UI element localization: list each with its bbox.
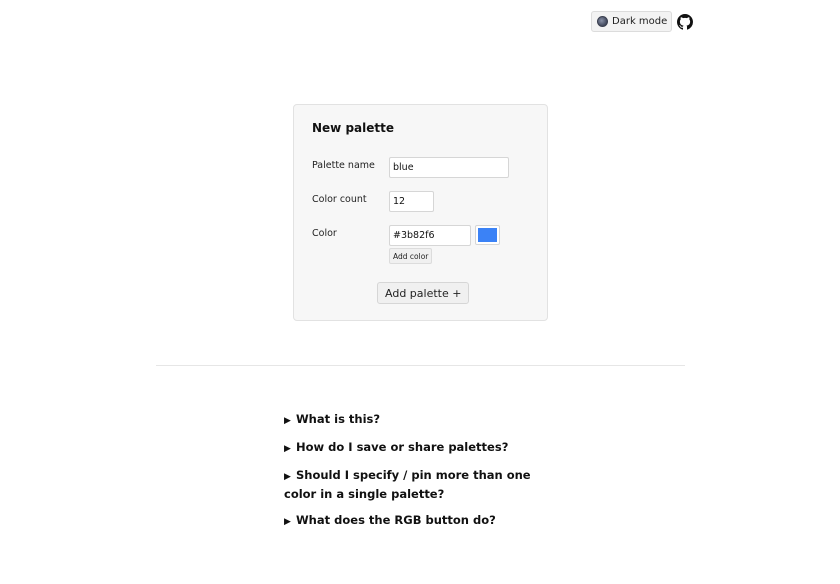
disclosure-triangle-icon: ▶	[284, 472, 291, 482]
color-hex-input[interactable]	[389, 225, 471, 246]
faq-list: ▶ What is this? ▶ How do I save or share p…	[284, 411, 554, 540]
faq-item-label: What does the RGB button do?	[296, 513, 496, 527]
faq-item-label: How do I save or share palettes?	[296, 440, 509, 454]
top-bar: Dark mode	[591, 11, 694, 32]
faq-item-what-is-this[interactable]: ▶ What is this?	[284, 411, 554, 430]
color-label: Color	[312, 228, 337, 239]
color-swatch-fill	[478, 228, 497, 242]
card-title: New palette	[312, 121, 394, 135]
faq-item-label: Should I specify / pin more than one col…	[284, 468, 531, 501]
add-color-button[interactable]: Add color	[389, 248, 433, 264]
color-count-label: Color count	[312, 194, 367, 205]
palette-name-label: Palette name	[312, 160, 375, 171]
disclosure-triangle-icon: ▶	[284, 444, 291, 454]
faq-item-pin-colors[interactable]: ▶ Should I specify / pin more than one co…	[284, 467, 554, 503]
faq-item-save-share[interactable]: ▶ How do I save or share palettes?	[284, 439, 554, 458]
color-count-input[interactable]	[389, 191, 434, 212]
disclosure-triangle-icon: ▶	[284, 517, 291, 527]
divider	[156, 365, 685, 366]
add-palette-button[interactable]: Add palette +	[377, 282, 470, 304]
palette-name-input[interactable]	[389, 157, 509, 178]
color-picker-swatch[interactable]	[475, 225, 500, 245]
github-icon[interactable]	[677, 13, 694, 30]
faq-item-label: What is this?	[296, 412, 381, 426]
dark-mode-button[interactable]: Dark mode	[591, 11, 673, 32]
faq-item-rgb-button[interactable]: ▶ What does the RGB button do?	[284, 512, 554, 531]
dark-mode-label: Dark mode	[612, 16, 668, 27]
disclosure-triangle-icon: ▶	[284, 416, 291, 426]
moon-icon	[597, 16, 608, 27]
new-palette-card: New palette Palette name Color count Col…	[293, 104, 548, 321]
